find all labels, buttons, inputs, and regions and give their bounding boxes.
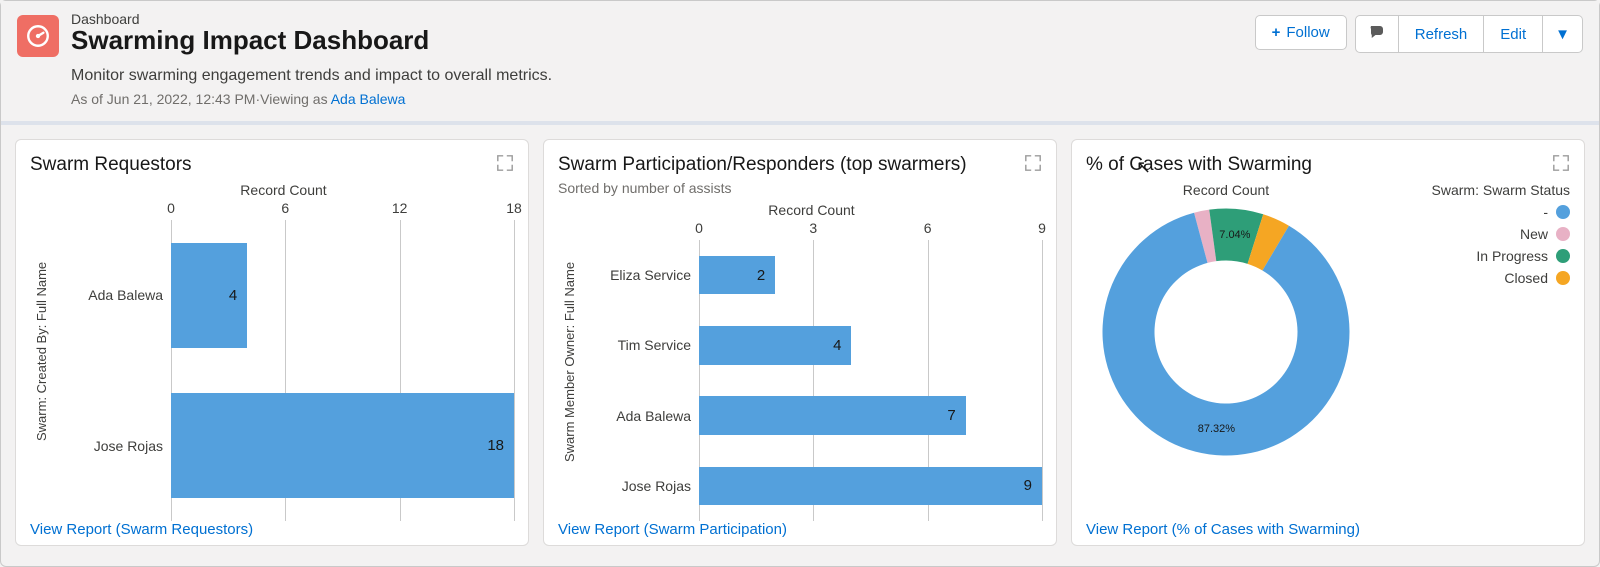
chatter-button[interactable] bbox=[1355, 15, 1399, 53]
legend-swatch bbox=[1556, 271, 1570, 285]
bar-row: Tim Service4 bbox=[589, 310, 1042, 380]
view-report-link[interactable]: View Report (Swarm Participation) bbox=[558, 521, 787, 538]
legend-title: Swarm: Swarm Status bbox=[1432, 182, 1570, 198]
x-axis-title: Record Count bbox=[581, 202, 1042, 218]
card-cases-swarming: % of Cases with Swarming Record Count 7.… bbox=[1071, 139, 1585, 546]
expand-button[interactable] bbox=[1552, 154, 1570, 172]
x-tick: 18 bbox=[506, 200, 522, 216]
bar-category-label: Eliza Service bbox=[589, 267, 699, 283]
bar-category-label: Ada Balewa bbox=[61, 287, 171, 303]
dashboard-app-icon bbox=[17, 15, 59, 57]
x-axis-title: Record Count bbox=[53, 182, 514, 198]
header-actions: + Follow Refresh Edit ▼ bbox=[1255, 15, 1583, 53]
bar-row: Jose Rojas9 bbox=[589, 451, 1042, 521]
card-title: % of Cases with Swarming bbox=[1086, 154, 1312, 176]
legend-item[interactable]: - bbox=[1432, 204, 1570, 220]
donut-legend: Swarm: Swarm Status - New In Progress Close… bbox=[1432, 182, 1570, 292]
legend-item[interactable]: In Progress bbox=[1432, 248, 1570, 264]
chart-swarm-responders: Swarm Member Owner: Full Name Record Cou… bbox=[558, 202, 1042, 521]
x-tick: 6 bbox=[281, 200, 289, 216]
card-title: Swarm Requestors bbox=[30, 154, 192, 176]
viewing-as-user-link[interactable]: Ada Balewa bbox=[331, 91, 406, 107]
expand-button[interactable] bbox=[496, 154, 514, 172]
legend-swatch bbox=[1556, 205, 1570, 219]
y-axis-label: Swarm Member Owner: Full Name bbox=[558, 202, 581, 521]
legend-item[interactable]: New bbox=[1432, 226, 1570, 242]
card-subtitle: Sorted by number of assists bbox=[558, 180, 967, 196]
view-report-link[interactable]: View Report (Swarm Requestors) bbox=[30, 521, 253, 538]
page-title: Swarming Impact Dashboard bbox=[71, 25, 429, 56]
legend-item[interactable]: Closed bbox=[1432, 270, 1570, 286]
card-title: Swarm Participation/Responders (top swar… bbox=[558, 154, 967, 176]
card-swarm-requestors: Swarm Requestors Swarm: Created By: Full… bbox=[15, 139, 529, 546]
legend-swatch bbox=[1556, 227, 1570, 241]
x-tick: 9 bbox=[1038, 220, 1046, 236]
chart-swarm-requestors: Swarm: Created By: Full Name Record Coun… bbox=[30, 182, 514, 521]
legend-label: Closed bbox=[1504, 270, 1548, 286]
bar-row: Ada Balewa7 bbox=[589, 381, 1042, 451]
legend-swatch bbox=[1556, 249, 1570, 263]
x-tick: 12 bbox=[392, 200, 408, 216]
x-tick: 3 bbox=[809, 220, 817, 236]
edit-button[interactable]: Edit bbox=[1484, 15, 1543, 53]
follow-button[interactable]: + Follow bbox=[1255, 15, 1347, 50]
y-axis-label: Swarm: Created By: Full Name bbox=[30, 182, 53, 521]
follow-label: Follow bbox=[1286, 24, 1329, 41]
page-description: Monitor swarming engagement trends and i… bbox=[71, 67, 1583, 85]
x-tick: 6 bbox=[924, 220, 932, 236]
bar[interactable]: 7 bbox=[699, 396, 966, 435]
legend-label: In Progress bbox=[1476, 248, 1548, 264]
bar-category-label: Ada Balewa bbox=[589, 408, 699, 424]
legend-label: New bbox=[1520, 226, 1548, 242]
bar-category-label: Jose Rojas bbox=[61, 438, 171, 454]
x-tick: 0 bbox=[167, 200, 175, 216]
donut-axis-title: Record Count bbox=[1086, 182, 1366, 198]
page-header: Dashboard Swarming Impact Dashboard + Fo… bbox=[1, 1, 1599, 67]
speech-bubbles-icon bbox=[1368, 24, 1386, 44]
bar[interactable]: 4 bbox=[699, 326, 851, 365]
bar-category-label: Jose Rojas bbox=[589, 478, 699, 494]
bar[interactable]: 9 bbox=[699, 467, 1042, 506]
legend-label: - bbox=[1543, 204, 1548, 220]
bar[interactable]: 18 bbox=[171, 393, 514, 498]
chevron-down-icon: ▼ bbox=[1555, 26, 1570, 43]
bar-row: Ada Balewa4 bbox=[61, 220, 514, 371]
bar-category-label: Tim Service bbox=[589, 337, 699, 353]
card-swarm-responders: Swarm Participation/Responders (top swar… bbox=[543, 139, 1057, 546]
bar-row: Eliza Service2 bbox=[589, 240, 1042, 310]
expand-button[interactable] bbox=[1024, 154, 1042, 172]
page-meta: As of Jun 21, 2022, 12:43 PM·Viewing as … bbox=[71, 91, 1583, 107]
bar[interactable]: 2 bbox=[699, 256, 775, 295]
page-subheader: Monitor swarming engagement trends and i… bbox=[1, 67, 1599, 121]
bar-row: Jose Rojas18 bbox=[61, 371, 514, 522]
more-actions-button[interactable]: ▼ bbox=[1543, 15, 1583, 53]
bar[interactable]: 4 bbox=[171, 243, 247, 348]
view-report-link[interactable]: View Report (% of Cases with Swarming) bbox=[1086, 521, 1360, 538]
chart-cases-donut: 7.04%87.32% bbox=[1096, 202, 1356, 462]
refresh-button[interactable]: Refresh bbox=[1399, 15, 1485, 53]
x-tick: 0 bbox=[695, 220, 703, 236]
plus-icon: + bbox=[1272, 24, 1281, 41]
